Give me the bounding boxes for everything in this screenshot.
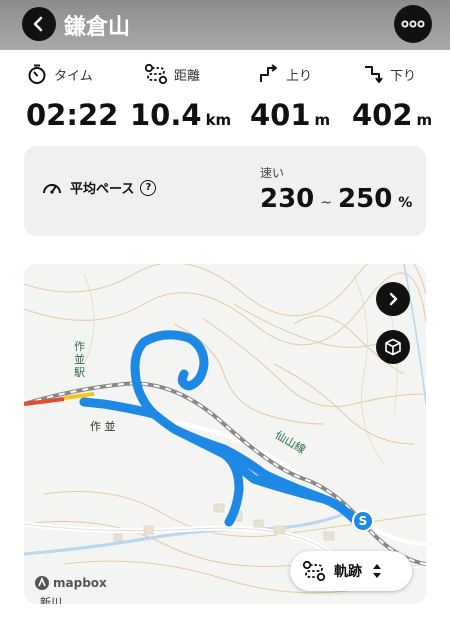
pace-range-separator: ~ — [320, 195, 333, 211]
pace-label: 平均ペース — [70, 182, 135, 197]
map-label-station-3: 駅 — [74, 366, 85, 379]
route-line — [79, 330, 359, 527]
pace-range-unit: % — [398, 195, 413, 211]
start-marker-letter: S — [358, 514, 368, 528]
route-map[interactable]: 作 並 駅 作 並 仙山線 新川 S mapbox 軌跡 — [24, 264, 426, 604]
stat-descent-label: 下り — [390, 68, 417, 84]
stat-ascent-value: 401 — [250, 98, 311, 132]
stat-ascent-unit: m — [314, 111, 331, 129]
mapbox-logo-text: mapbox — [53, 576, 107, 590]
chevron-left-icon — [33, 16, 43, 32]
stat-distance: 距離 10.4 km — [130, 60, 231, 140]
mapbox-mark-icon — [35, 576, 49, 590]
more-options-button[interactable] — [394, 5, 432, 43]
chevron-right-icon — [389, 292, 398, 306]
ascent-arrow-icon — [260, 64, 277, 82]
stat-time: タイム 02:22 — [26, 60, 118, 140]
stat-ascent-label: 上り — [286, 68, 313, 84]
stat-descent-unit: m — [416, 111, 433, 129]
start-marker[interactable]: S — [352, 510, 374, 532]
map-next-button[interactable] — [376, 282, 410, 316]
track-mode-label: 軌跡 — [334, 564, 362, 580]
cube-3d-icon — [385, 338, 401, 356]
help-icon[interactable]: ? — [140, 179, 157, 196]
stat-time-label: タイム — [54, 68, 93, 84]
map-3d-button[interactable] — [376, 330, 410, 364]
pace-speed-label: 速い — [260, 166, 285, 180]
pace-range-high: 250 — [338, 184, 393, 214]
pace-range: 230 ~250% — [260, 184, 412, 214]
map-label-area: 作 並 — [90, 420, 116, 433]
app-header: 鎌倉山 — [0, 0, 450, 50]
mapbox-logo: mapbox — [34, 575, 107, 591]
descent-arrow-icon — [365, 66, 383, 83]
map-label-river: 新川 — [40, 596, 62, 604]
stat-ascent: 上り 401 m — [250, 60, 330, 140]
stat-descent: 下り 402 m — [352, 60, 432, 140]
speedometer-icon — [43, 183, 61, 194]
stat-time-value: 02:22 — [26, 98, 119, 132]
stat-distance-unit: km — [205, 111, 232, 129]
activity-stats: タイム 02:22 距離 10.4 km 上り 401 m 下り 402 m — [0, 60, 450, 140]
pace-range-low: 230 — [260, 184, 315, 214]
stat-descent-value: 402 — [352, 98, 413, 132]
stat-distance-label: 距離 — [174, 68, 201, 84]
stat-distance-value: 10.4 — [130, 98, 202, 132]
route-distance-icon — [144, 63, 168, 85]
track-route-icon — [302, 560, 326, 582]
stopwatch-icon — [28, 64, 46, 84]
sort-updown-icon — [373, 564, 381, 578]
more-dots-icon — [401, 20, 425, 28]
back-button[interactable] — [22, 7, 56, 41]
page-title: 鎌倉山 — [64, 15, 131, 40]
track-mode-selector[interactable]: 軌跡 — [290, 551, 412, 591]
pace-card: 平均ペース ? 速い 230 ~250% — [24, 146, 426, 236]
